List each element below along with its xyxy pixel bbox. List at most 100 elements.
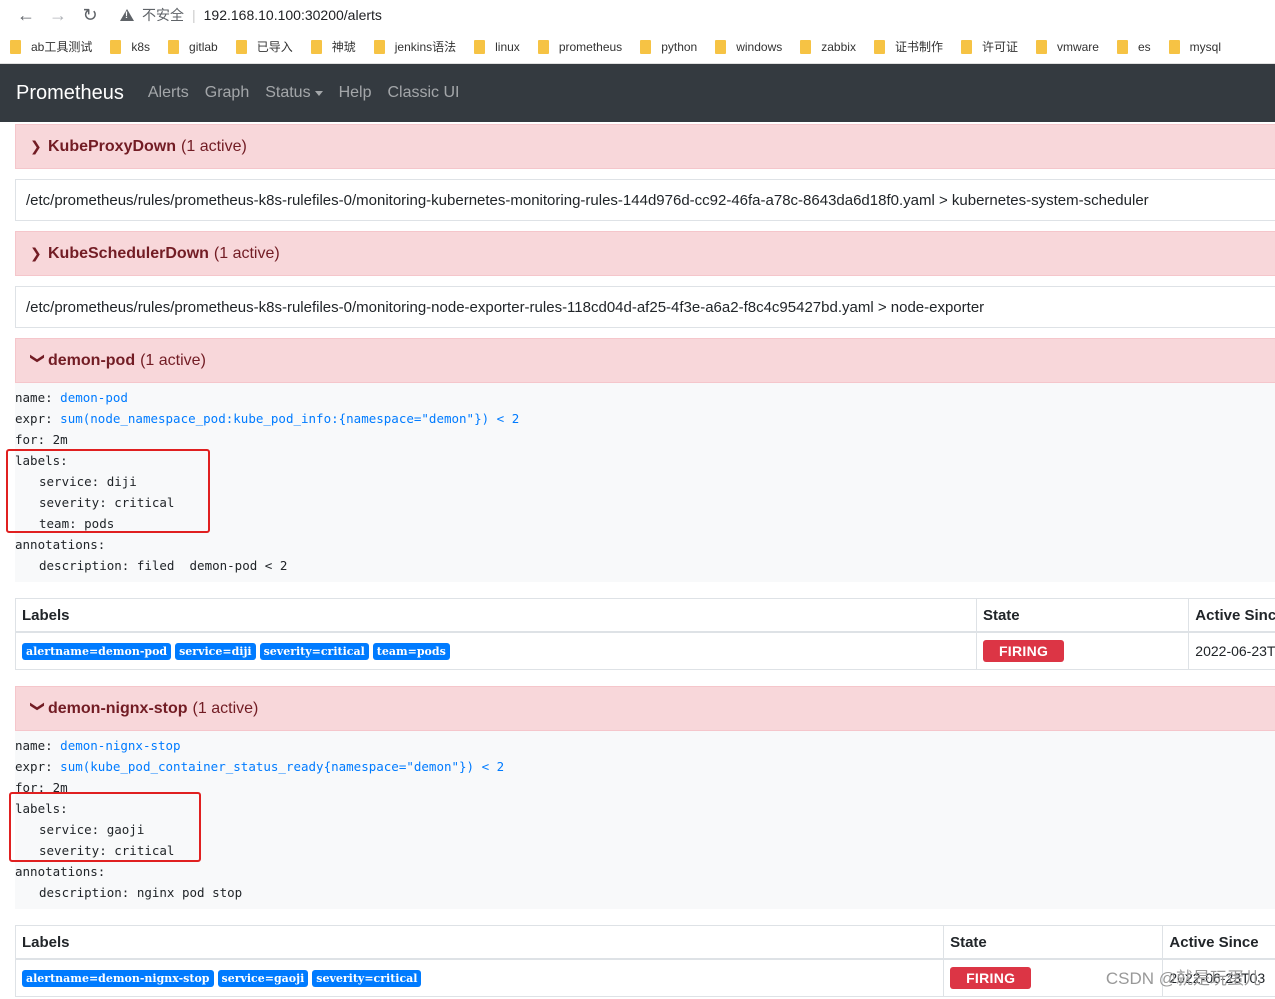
bookmarks-bar: ab工具测试 k8s gitlab 已导入 神琥 jenkins语法 linux… — [0, 30, 1275, 64]
column-header-active-since: Active Since — [1195, 606, 1275, 624]
rule-name-link[interactable]: demon-pod — [60, 390, 128, 405]
folder-icon — [640, 39, 652, 54]
url-text[interactable]: 192.168.10.100:30200/alerts — [204, 7, 382, 23]
folder-icon — [373, 39, 385, 54]
firing-badge: FIRING — [982, 640, 1065, 662]
bookmark-item[interactable]: es — [1116, 39, 1151, 54]
rule-annotation: description: filed demon-pod < 2 — [39, 558, 288, 573]
browser-address-bar: ← → ↻ 不安全 | 192.168.10.100:30200/alerts — [0, 0, 1275, 30]
warning-icon — [120, 9, 134, 21]
bookmark-item[interactable]: 证书制作 — [873, 38, 943, 55]
rule-definition: name: demon-nignx-stop expr: sum(kube_po… — [15, 731, 1275, 909]
label-badge: service=diji — [175, 642, 256, 660]
label-badge: team=pods — [372, 642, 450, 660]
bookmark-item[interactable]: prometheus — [537, 39, 622, 54]
rule-label: severity: critical — [39, 843, 175, 858]
rule-expr-line: expr: sum(node_namespace_pod:kube_pod_in… — [15, 411, 520, 426]
column-header-state: State — [977, 599, 1190, 631]
alert-group-header[interactable]: ❯ demon-pod (1 active) — [15, 338, 1275, 383]
active-count: (1 active) — [213, 244, 280, 262]
nav-status[interactable]: Status — [265, 84, 323, 102]
rule-expr-line: expr: sum(kube_pod_container_status_read… — [15, 759, 505, 774]
active-count: (1 active) — [181, 137, 247, 155]
bookmark-item[interactable]: vmware — [1035, 39, 1099, 54]
active-count: (1 active) — [192, 699, 259, 717]
table-header: Labels State Active Since — [16, 926, 1275, 960]
label-badge: alertname=demon-pod — [22, 642, 172, 660]
rule-file-path: /etc/prometheus/rules/prometheus-k8s-rul… — [15, 179, 1275, 221]
prometheus-navbar: Prometheus Alerts Graph Status Help Clas… — [0, 64, 1275, 122]
security-indicator[interactable]: 不安全 | — [120, 5, 204, 25]
state-cell: FIRING — [977, 633, 1190, 669]
bookmark-item[interactable]: 神琥 — [310, 38, 356, 55]
alert-rule-name: KubeSchedulerDown — [48, 244, 209, 262]
active-alerts-table: Labels State Active Since alertname=demo… — [15, 925, 1275, 997]
alert-group-header[interactable]: ❯ KubeSchedulerDown (1 active) — [15, 231, 1275, 276]
folder-icon — [235, 39, 247, 54]
alert-group-header[interactable]: ❯ demon-nignx-stop (1 active) — [15, 686, 1275, 731]
rule-annotations-key: annotations: — [15, 864, 106, 879]
label-badge: alertname=demon-nignx-stop — [22, 969, 214, 987]
nav-graph[interactable]: Graph — [205, 84, 249, 102]
bookmark-item[interactable]: gitlab — [168, 39, 218, 54]
label-badge: severity=critical — [259, 642, 369, 660]
folder-icon — [873, 39, 885, 54]
reload-icon[interactable]: ↻ — [74, 0, 106, 30]
label-badge: severity=critical — [312, 969, 422, 987]
folder-icon — [110, 39, 122, 54]
annotation-highlight-box — [6, 449, 210, 533]
bookmark-item[interactable]: 已导入 — [235, 38, 293, 55]
rule-name-link[interactable]: demon-nignx-stop — [60, 738, 180, 753]
rule-label: service: gaoji — [39, 822, 145, 837]
folder-icon — [800, 39, 812, 54]
nav-status-label: Status — [265, 84, 311, 101]
rule-name-line: name: demon-nignx-stop — [15, 738, 181, 753]
bookmark-item[interactable]: k8s — [110, 39, 150, 54]
label-badge: service=gaoji — [217, 969, 309, 987]
bookmark-item[interactable]: ab工具测试 — [10, 38, 92, 55]
back-arrow-icon[interactable]: ← — [10, 0, 42, 30]
bookmark-item[interactable]: zabbix — [800, 39, 856, 54]
column-header-active-since: Active Since — [1169, 933, 1259, 951]
caret-down-icon — [314, 90, 323, 96]
column-header-labels: Labels — [16, 599, 977, 631]
folder-icon — [1168, 39, 1180, 54]
nav-help[interactable]: Help — [339, 84, 372, 102]
forward-arrow-icon[interactable]: → — [42, 0, 74, 30]
alert-rule-name: demon-pod — [48, 351, 136, 369]
rule-file-path: /etc/prometheus/rules/prometheus-k8s-rul… — [15, 286, 1275, 328]
active-since-cell: 2022-06-23T03 — [1195, 643, 1275, 659]
alert-rule-name: KubeProxyDown — [48, 137, 177, 155]
rule-expr-link[interactable]: sum(kube_pod_container_status_ready{name… — [60, 759, 504, 774]
rule-for-line: for: 2m — [15, 780, 68, 795]
nav-classic-ui[interactable]: Classic UI — [387, 84, 459, 102]
bookmark-item[interactable]: mysql — [1168, 39, 1221, 54]
bookmark-item[interactable]: windows — [715, 39, 782, 54]
chevron-right-icon: ❯ — [30, 245, 42, 261]
rule-labels-key: labels: — [15, 801, 68, 816]
alert-rule-name: demon-nignx-stop — [48, 699, 188, 717]
url-separator: | — [192, 7, 196, 23]
brand-logo[interactable]: Prometheus — [16, 82, 124, 105]
rule-annotation: description: nginx pod stop — [39, 885, 243, 900]
folder-icon — [474, 39, 486, 54]
annotation-highlight-box — [9, 792, 201, 862]
bookmark-item[interactable]: jenkins语法 — [373, 38, 456, 55]
bookmark-item[interactable]: 许可证 — [960, 38, 1018, 55]
bookmark-item[interactable]: python — [640, 39, 697, 54]
rule-expr-link[interactable]: sum(node_namespace_pod:kube_pod_info:{na… — [60, 411, 519, 426]
active-alerts-table: Labels State Active Since alertname=demo… — [15, 598, 1275, 670]
insecure-label: 不安全 — [142, 7, 184, 23]
bookmark-item[interactable]: linux — [474, 39, 520, 54]
folder-icon — [960, 39, 972, 54]
rule-annotations-key: annotations: — [15, 537, 106, 552]
column-header-state: State — [944, 926, 1164, 958]
alert-group-header[interactable]: ❯ KubeProxyDown (1 active) — [15, 124, 1275, 169]
folder-icon — [1116, 39, 1128, 54]
firing-badge: FIRING — [950, 967, 1032, 989]
nav-alerts[interactable]: Alerts — [148, 84, 189, 102]
watermark: CSDN @就是玩蛋儿 — [1105, 969, 1261, 988]
rule-for-line: for: 2m — [15, 432, 68, 447]
folder-icon — [537, 39, 549, 54]
active-count: (1 active) — [140, 351, 206, 369]
